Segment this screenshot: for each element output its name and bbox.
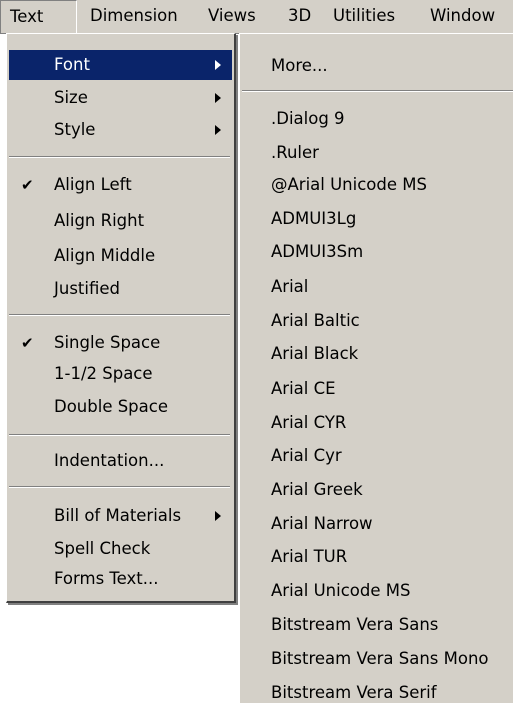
menubar-item-3d[interactable]: 3D: [288, 0, 311, 33]
menubar-item-utilities[interactable]: Utilities: [333, 0, 395, 33]
menu-item-label: Indentation...: [54, 451, 165, 470]
font-item[interactable]: ADMUI3Sm: [271, 237, 363, 267]
menu-separator: [242, 90, 513, 92]
menu-item-justified[interactable]: Justified: [9, 274, 232, 304]
menu-item-align-right[interactable]: Align Right: [9, 206, 232, 236]
menu-item-indentation[interactable]: Indentation...: [9, 446, 232, 476]
font-item[interactable]: Arial Black: [271, 339, 358, 369]
menu-item-font[interactable]: Font: [9, 50, 232, 80]
menubar-item-label: Text: [10, 7, 44, 26]
submenu-arrow-icon: [215, 60, 221, 70]
menu-separator: [9, 434, 230, 436]
font-item[interactable]: Arial Baltic: [271, 306, 360, 336]
font-item[interactable]: .Ruler: [271, 138, 319, 168]
menu-item-double-space[interactable]: Double Space: [9, 392, 232, 422]
menubar-item-dimension[interactable]: Dimension: [90, 0, 178, 33]
menubar-item-views[interactable]: Views: [208, 0, 256, 33]
font-item[interactable]: Arial CYR: [271, 408, 346, 438]
font-item[interactable]: @Arial Unicode MS: [271, 170, 427, 200]
menu-item-bill-of-materials[interactable]: Bill of Materials: [9, 501, 232, 531]
font-item[interactable]: .Dialog 9: [271, 104, 345, 134]
font-item[interactable]: Arial Unicode MS: [271, 576, 410, 606]
font-item[interactable]: Bitstream Vera Sans: [271, 610, 438, 640]
menu-item-align-left[interactable]: ✔ Align Left: [9, 170, 232, 200]
menu-item-label: Justified: [54, 279, 120, 298]
font-submenu: More... .Dialog 9 .Ruler @Arial Unicode …: [239, 33, 513, 703]
menu-item-label: Align Right: [54, 211, 145, 230]
menu-item-label: Align Middle: [54, 246, 156, 265]
menubar-item-window[interactable]: Window: [430, 0, 495, 33]
menu-item-label: Style: [54, 120, 96, 139]
menu-item-align-middle[interactable]: Align Middle: [9, 241, 232, 271]
menu-item-label: 1-1/2 Space: [54, 364, 153, 383]
font-item[interactable]: Arial TUR: [271, 542, 347, 572]
menubar-item-text[interactable]: Text: [0, 0, 77, 33]
submenu-arrow-icon: [215, 125, 221, 135]
text-menu: Font Size Style ✔ Align Left Align Right…: [6, 33, 236, 603]
menu-separator: [9, 486, 230, 488]
font-item[interactable]: Bitstream Vera Serif: [271, 678, 437, 708]
menu-item-style[interactable]: Style: [9, 115, 232, 145]
font-item[interactable]: Arial Greek: [271, 475, 363, 505]
menu-item-size[interactable]: Size: [9, 83, 232, 113]
menu-item-label: Bill of Materials: [54, 506, 182, 525]
menu-item-single-space[interactable]: ✔ Single Space: [9, 328, 232, 358]
submenu-arrow-icon: [215, 511, 221, 521]
menu-separator: [9, 314, 230, 316]
font-item[interactable]: ADMUI3Lg: [271, 204, 356, 234]
font-item[interactable]: Arial CE: [271, 374, 336, 404]
menu-item-label: Double Space: [54, 397, 168, 416]
menu-item-label: Forms Text...: [54, 569, 159, 588]
menu-item-forms-text[interactable]: Forms Text...: [9, 564, 232, 594]
checkmark-icon: ✔: [21, 176, 34, 194]
font-item[interactable]: Arial: [271, 272, 308, 302]
submenu-arrow-icon: [215, 93, 221, 103]
menu-item-more-fonts[interactable]: More...: [271, 51, 328, 81]
font-item[interactable]: Arial Narrow: [271, 509, 373, 539]
font-item[interactable]: Bitstream Vera Sans Mono: [271, 644, 489, 674]
menu-item-label: Size: [54, 88, 88, 107]
menu-separator: [9, 156, 230, 158]
checkmark-icon: ✔: [21, 334, 34, 352]
menu-item-spell-check[interactable]: Spell Check: [9, 534, 232, 564]
font-item[interactable]: Arial Cyr: [271, 441, 342, 471]
menu-item-one-and-half-space[interactable]: 1-1/2 Space: [9, 359, 232, 389]
menu-bar: Text Dimension Views 3D Utilities Window: [0, 0, 513, 34]
menu-item-label: Align Left: [54, 175, 132, 194]
menu-item-label: Single Space: [54, 333, 161, 352]
menu-item-label: Font: [54, 55, 90, 74]
menu-item-label: Spell Check: [54, 539, 151, 558]
